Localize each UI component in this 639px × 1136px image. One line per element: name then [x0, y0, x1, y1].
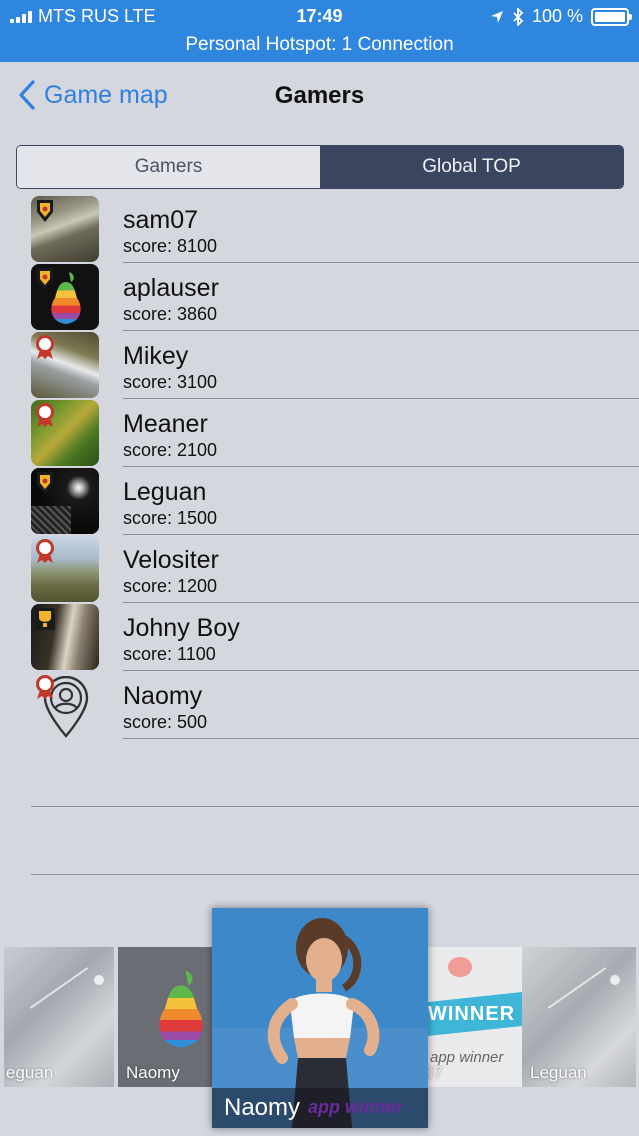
carousel-card-label: Leguan [530, 1063, 587, 1082]
trophy-badge-icon [37, 200, 53, 222]
photo-carousel[interactable]: eguan Naomy WINNER app winner 07 Leguan [0, 905, 639, 1136]
status-bar: MTS RUS LTE 17:49 100 % Personal Hotspot… [0, 0, 639, 62]
list-item[interactable]: sam07 score: 8100 [0, 195, 639, 263]
player-score: score: 1500 [123, 508, 218, 528]
list-item[interactable]: Leguan score: 1500 [0, 467, 639, 535]
avatar [31, 196, 99, 262]
carousel-card[interactable]: eguan [4, 947, 114, 1087]
list-item[interactable]: aplauser score: 3860 [0, 263, 639, 331]
tab-global-top[interactable]: Global TOP [320, 146, 623, 188]
row-divider [31, 806, 639, 807]
player-name: Mikey [123, 342, 189, 370]
navigation-bar: Game map Gamers [0, 62, 639, 132]
rosette-badge-icon [36, 675, 54, 699]
location-arrow-icon [490, 10, 503, 23]
battery-percent: 100 % [531, 6, 583, 26]
page-title: Gamers [274, 82, 365, 109]
row-divider [123, 738, 639, 739]
player-score: score: 1100 [123, 644, 216, 664]
player-name: Leguan [123, 478, 207, 506]
player-name: Meaner [123, 410, 208, 438]
list-item[interactable]: Mikey score: 3100 [0, 331, 639, 399]
segmented-control: Gamers Global TOP [16, 145, 624, 189]
carousel-card-label: 07 [428, 1063, 443, 1082]
avatar [31, 264, 99, 330]
cup-badge-icon [35, 608, 55, 630]
list-item[interactable]: Meaner score: 2100 [0, 399, 639, 467]
battery-icon [591, 7, 632, 26]
tab-gamers[interactable]: Gamers [17, 146, 320, 188]
trophy-badge-icon [37, 472, 53, 494]
avatar [31, 672, 99, 738]
list-item[interactable]: Velositer score: 1200 [0, 535, 639, 603]
player-name: sam07 [123, 206, 199, 234]
player-name: Velositer [123, 546, 219, 574]
player-score: score: 8100 [123, 236, 218, 256]
rosette-badge-icon [36, 335, 54, 359]
winner-banner-text: WINNER [428, 1003, 516, 1025]
player-name: aplauser [123, 274, 219, 302]
rainbow-pear-logo [159, 970, 203, 1048]
hotspot-banner[interactable]: Personal Hotspot: 1 Connection [0, 34, 639, 56]
list-item[interactable]: Johny Boy score: 1100 [0, 603, 639, 671]
avatar [31, 604, 99, 670]
avatar [31, 536, 99, 602]
carousel-card-focused[interactable]: app winner Naomy [212, 908, 428, 1128]
carousel-card-label: Naomy [126, 1063, 180, 1082]
carousel-card-label: eguan [6, 1063, 54, 1082]
leaderboard-list: sam07 score: 8100 aplauser score: 3860 M… [0, 195, 639, 739]
carousel-card-label: Naomy [224, 1094, 301, 1121]
carousel-card[interactable]: Naomy [118, 947, 218, 1087]
player-score: score: 500 [123, 712, 208, 732]
player-name: Naomy [123, 682, 203, 710]
rosette-badge-icon [36, 539, 54, 563]
list-item[interactable]: Naomy score: 500 [0, 671, 639, 739]
player-name: Johny Boy [123, 614, 240, 642]
bluetooth-icon [513, 7, 524, 26]
avatar [31, 468, 99, 534]
rosette-badge-icon [36, 403, 54, 427]
row-divider [31, 874, 639, 875]
avatar [31, 332, 99, 398]
avatar [31, 400, 99, 466]
player-score: score: 1200 [123, 576, 218, 596]
app-winner-watermark: app winner [308, 1097, 404, 1117]
trophy-badge-icon [37, 268, 53, 290]
carousel-card[interactable]: Leguan [522, 947, 636, 1087]
player-score: score: 2100 [123, 440, 218, 460]
player-score: score: 3860 [123, 304, 218, 324]
player-score: score: 3100 [123, 372, 218, 392]
carousel-card[interactable]: WINNER app winner 07 [428, 947, 522, 1087]
